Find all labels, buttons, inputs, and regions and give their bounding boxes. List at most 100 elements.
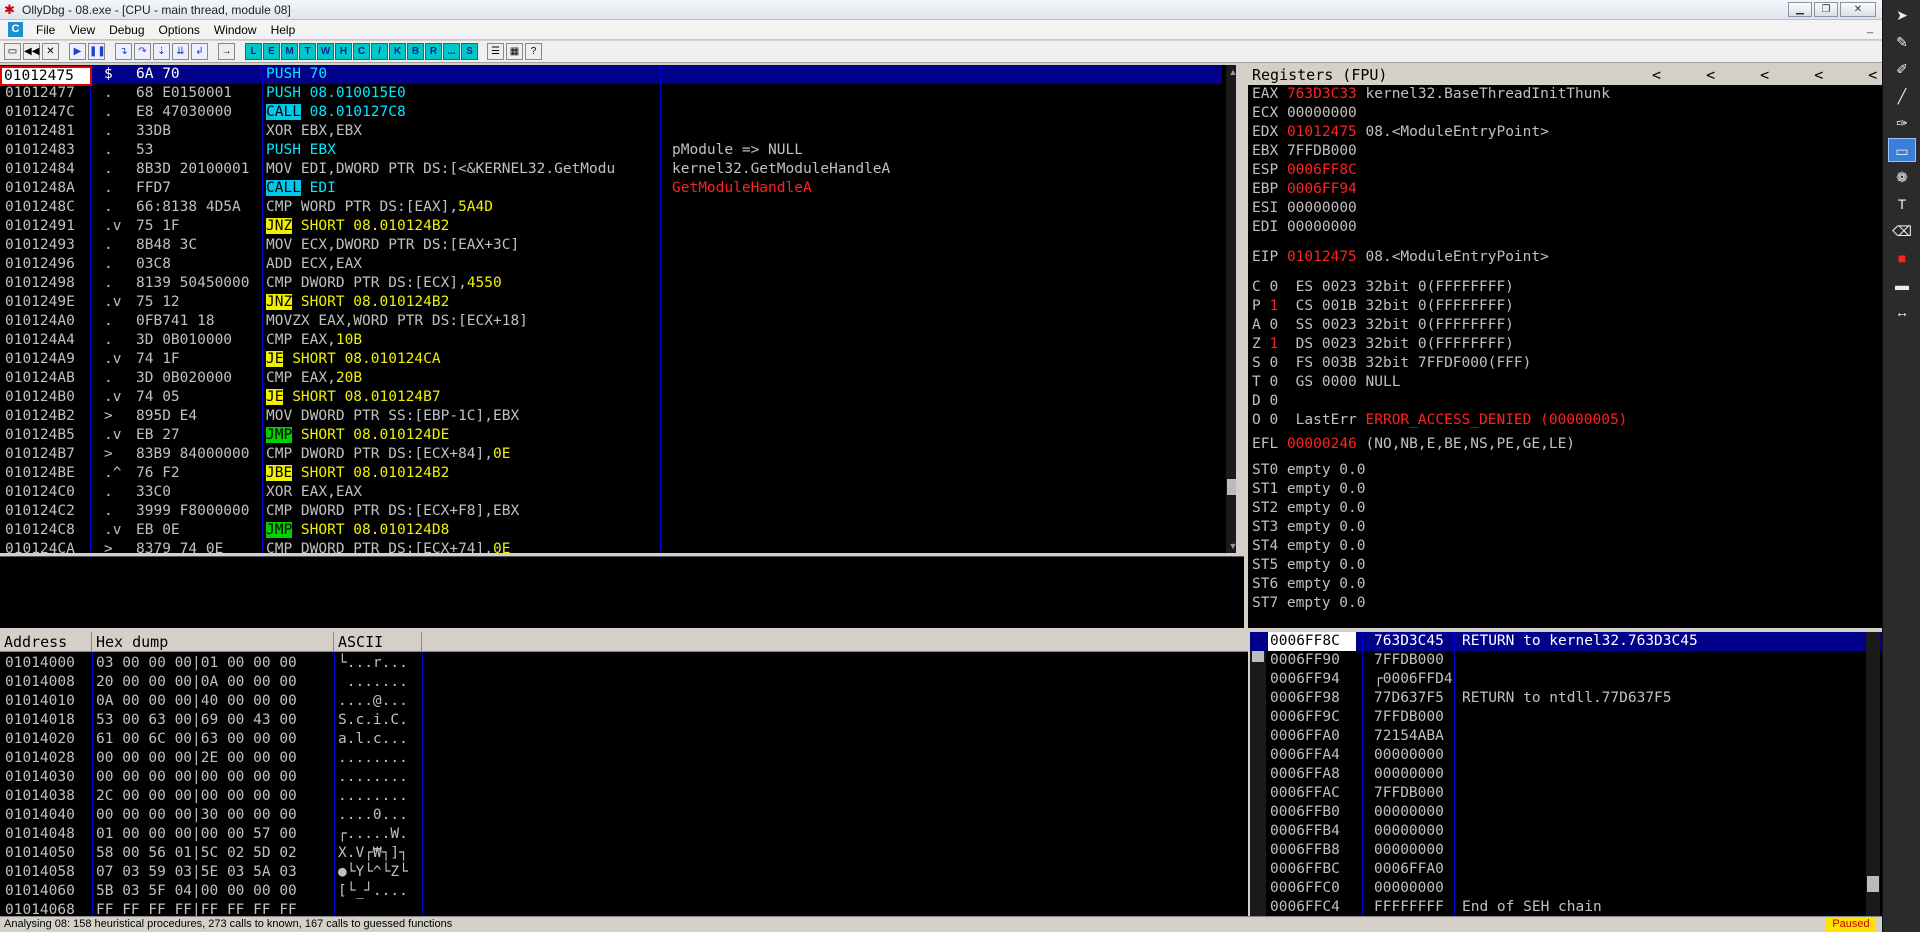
register-ecx[interactable]: ECX 00000000 <box>1252 104 1366 123</box>
disasm-row[interactable]: 010124AB. 3D 0B020000 CMP EAX,20B <box>0 369 1222 388</box>
handles-window-button[interactable]: H <box>335 43 352 60</box>
close-program-icon[interactable]: ✕ <box>42 43 59 60</box>
disasm-row[interactable]: 0101249E .v 75 12 JNZ SHORT 08.010124B2 <box>0 293 1222 312</box>
register-ebp[interactable]: EBP 0006FF94 <box>1252 180 1366 199</box>
patches-window-button[interactable]: / <box>371 43 388 60</box>
flag-z[interactable]: Z 1 DS 0023 32bit 0(FFFFFFFF) <box>1252 335 1514 354</box>
flag-o[interactable]: O 0 LastErr ERROR_ACCESS_DENIED (0000000… <box>1252 411 1627 430</box>
fill-tool-icon[interactable]: ❁ <box>1888 165 1916 189</box>
appearance-icon[interactable]: ▦ <box>506 43 523 60</box>
rectangle-tool-icon[interactable]: ▭ <box>1888 138 1916 162</box>
stack-row[interactable]: 0006FFC4 FFFFFFFF End of SEH chain <box>1250 898 1882 916</box>
stack-row[interactable]: 0006FFB4 00000000 <box>1250 822 1882 841</box>
windows-window-button[interactable]: W <box>317 43 334 60</box>
stack-row[interactable]: 0006FF90 7FFDB000 <box>1250 651 1882 670</box>
execute-till-return-icon[interactable]: ↲ <box>191 43 208 60</box>
disasm-row[interactable]: 010124B2 >895D E4 MOV DWORD PTR SS:[EBP-1C… <box>0 407 1222 426</box>
disasm-row[interactable]: 010124A0. 0FB741 18 MOVZX EAX,WORD PTR DS:… <box>0 312 1222 331</box>
line-tool-icon[interactable]: ╱ <box>1888 84 1916 108</box>
menu-window[interactable]: Window <box>207 23 264 37</box>
register-edx[interactable]: EDX 01012475 08.<ModuleEntryPoint> <box>1252 123 1549 142</box>
dump-header-ascii[interactable]: ASCII <box>334 632 422 652</box>
flag-p[interactable]: P 1 CS 001B 32bit 0(FFFFFFFF) <box>1252 297 1514 316</box>
stack-row[interactable]: 0006FFB0 00000000 <box>1250 803 1882 822</box>
fpu-st7[interactable]: ST7 empty 0.0 <box>1252 594 1366 613</box>
flag-a[interactable]: A 0 SS 0023 32bit 0(FFFFFFFF) <box>1252 316 1514 335</box>
disasm-row[interactable]: 010124A4. 3D 0B010000 CMP EAX,10B <box>0 331 1222 350</box>
register-ebx[interactable]: EBX 7FFDB000 <box>1252 142 1366 161</box>
dump-header-address[interactable]: Address <box>0 632 92 652</box>
threads-window-button[interactable]: T <box>299 43 316 60</box>
cpu-window-button[interactable]: C <box>353 43 370 60</box>
breakpoints-window-button[interactable]: B <box>407 43 424 60</box>
disasm-row[interactable]: 01012475 $6A 70 PUSH 70 <box>0 65 1222 84</box>
line-width-icon[interactable]: ▬ <box>1888 273 1916 297</box>
stack-row[interactable]: 0006FFC0 00000000 <box>1250 879 1882 898</box>
stack-row[interactable]: 0006FF8C 763D3C45 RETURN to kernel32.763D3… <box>1250 632 1882 651</box>
trace-over-icon[interactable]: ⇊ <box>172 43 189 60</box>
disassembly-pane[interactable]: 01012475 $6A 70 PUSH 70 01012477. 68 E015000… <box>0 65 1240 553</box>
stack-row[interactable]: 0006FFBC 0006FFA0 <box>1250 860 1882 879</box>
memory-window-button[interactable]: M <box>281 43 298 60</box>
menu-options[interactable]: Options <box>152 23 207 37</box>
stack-scrollbar[interactable] <box>1866 632 1880 916</box>
pause-icon[interactable]: ❚❚ <box>88 43 106 60</box>
fpu-st0[interactable]: ST0 empty 0.0 <box>1252 461 1366 480</box>
expand-icon[interactable]: ↔ <box>1888 300 1916 324</box>
fpu-st4[interactable]: ST4 empty 0.0 <box>1252 537 1366 556</box>
disasm-row[interactable]: 01012477. 68 E0150001 PUSH 08.010015E0 <box>0 84 1222 103</box>
pencil-tool-icon[interactable]: ✎ <box>1888 30 1916 54</box>
disasm-row[interactable]: 01012481. 33DB XOR EBX,EBX <box>0 122 1222 141</box>
register-esi[interactable]: ESI 00000000 <box>1252 199 1366 218</box>
flag-d[interactable]: D 0 <box>1252 392 1296 411</box>
callstack-window-button[interactable]: K <box>389 43 406 60</box>
disasm-row[interactable]: 01012493. 8B48 3C MOV ECX,DWORD PTR DS:[EA… <box>0 236 1222 255</box>
disasm-row[interactable]: 0101248C. 66:8138 4D5A CMP WORD PTR DS:[EA… <box>0 198 1222 217</box>
fpu-st1[interactable]: ST1 empty 0.0 <box>1252 480 1366 499</box>
flag-s[interactable]: S 0 FS 003B 32bit 7FFDF000(FFF) <box>1252 354 1531 373</box>
menu-help[interactable]: Help <box>264 23 303 37</box>
disasm-row[interactable]: 010124B7 >83B9 84000000 CMP DWORD PTR DS:[… <box>0 445 1222 464</box>
disasm-row[interactable]: 010124C0. 33C0 XOR EAX,EAX <box>0 483 1222 502</box>
references-window-button[interactable]: R <box>425 43 442 60</box>
stack-row[interactable]: 0006FFB8 00000000 <box>1250 841 1882 860</box>
stack-row[interactable]: 0006FFAC 7FFDB000 <box>1250 784 1882 803</box>
disasm-row[interactable]: 0101248A. FFD7 CALL EDI GetModuleHandleA <box>0 179 1222 198</box>
help-icon[interactable]: ? <box>525 43 542 60</box>
dump-header-hex[interactable]: Hex dump <box>92 632 334 652</box>
step-into-icon[interactable]: ↴ <box>115 43 132 60</box>
run-trace-window-button[interactable]: ... <box>443 43 460 60</box>
registers-pane[interactable]: Registers (FPU) < < < < < EAX 763D3C33 k… <box>1248 65 1882 628</box>
cpu-window-icon[interactable]: C <box>8 22 23 37</box>
disasm-row[interactable]: 01012498. 8139 50450000 CMP DWORD PTR DS:[… <box>0 274 1222 293</box>
open-icon[interactable]: ▭ <box>4 43 21 60</box>
list-icon[interactable]: ☰ <box>487 43 504 60</box>
log-window-button[interactable]: L <box>245 43 262 60</box>
color-swatch-icon[interactable]: ■ <box>1888 246 1916 270</box>
register-edi[interactable]: EDI 00000000 <box>1252 218 1366 237</box>
disasm-row[interactable]: 01012496. 03C8 ADD ECX,EAX <box>0 255 1222 274</box>
fpu-st6[interactable]: ST6 empty 0.0 <box>1252 575 1366 594</box>
stack-row[interactable]: 0006FF98 77D637F5 RETURN to ntdll.77D637F5 <box>1250 689 1882 708</box>
stack-row[interactable]: 0006FFA8 00000000 <box>1250 765 1882 784</box>
restore-button[interactable]: ❐ <box>1814 2 1838 17</box>
fpu-st5[interactable]: ST5 empty 0.0 <box>1252 556 1366 575</box>
source-window-button[interactable]: S <box>461 43 478 60</box>
fpu-st2[interactable]: ST2 empty 0.0 <box>1252 499 1366 518</box>
flag-t[interactable]: T 0 GS 0000 NULL <box>1252 373 1400 392</box>
registers-header[interactable]: Registers (FPU) < < < < < <box>1248 65 1882 85</box>
disasm-row[interactable]: 010124C2. 3999 F8000000 CMP DWORD PTR DS:[… <box>0 502 1222 521</box>
disasm-row[interactable]: 010124CA >8379 74 0E CMP DWORD PTR DS:[ECX… <box>0 540 1222 553</box>
stack-row[interactable]: 0006FFA0 72154ABA <box>1250 727 1882 746</box>
disasm-row[interactable]: 01012491 .v 75 1F JNZ SHORT 08.010124B2 <box>0 217 1222 236</box>
disasm-row[interactable]: 010124BE .^ 76 F2 JBE SHORT 08.010124B2 <box>0 464 1222 483</box>
run-icon[interactable]: ▶ <box>69 43 86 60</box>
register-eax[interactable]: EAX 763D3C33 kernel32.BaseThreadInitThun… <box>1252 85 1610 104</box>
register-eip[interactable]: EIP 01012475 08.<ModuleEntryPoint> <box>1252 248 1549 267</box>
register-efl[interactable]: EFL 00000246 (NO,NB,E,BE,NS,PE,GE,LE) <box>1252 435 1575 454</box>
hex-dump-pane[interactable]: Address Hex dump ASCII 01014000 03 00 00 … <box>0 632 1262 916</box>
stack-row[interactable]: 0006FF9C 7FFDB000 <box>1250 708 1882 727</box>
goto-icon[interactable]: → <box>218 43 235 60</box>
restart-icon[interactable]: ◀◀ <box>23 43 40 60</box>
menu-file[interactable]: File <box>29 23 62 37</box>
